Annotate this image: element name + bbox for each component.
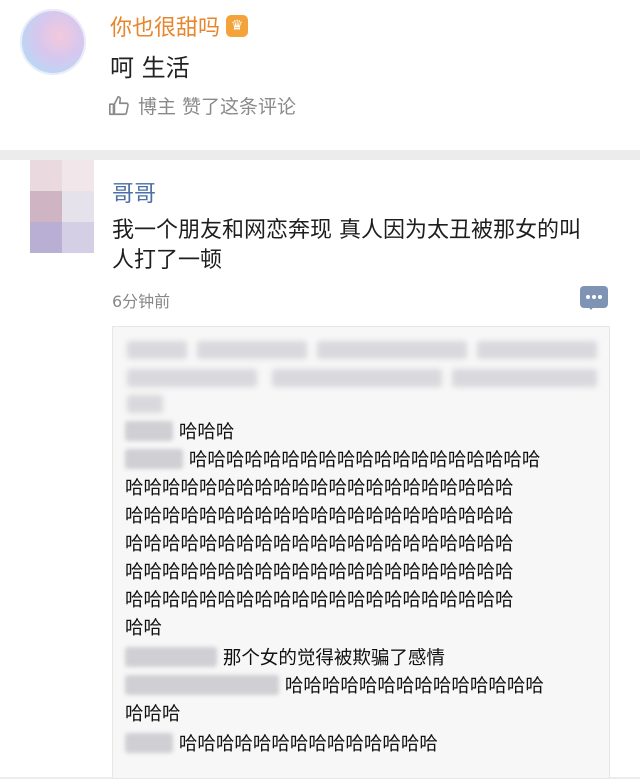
chat-line: 哈哈 [125,618,163,639]
redacted-username [125,449,183,469]
chat-line: 那个女的觉得被欺骗了感情 [125,645,595,673]
chat-line: 哈哈哈哈哈哈哈哈哈哈哈哈哈哈哈哈哈哈哈哈哈 [125,562,514,583]
timestamp: 6分钟前 [112,292,171,311]
thumbs-up-icon [109,95,129,115]
section-divider [0,150,640,160]
redacted-username [125,421,173,441]
username[interactable]: 哥哥 [112,176,156,208]
chat-line: 哈哈哈 [125,704,181,725]
chat-screenshot: 哈哈哈 哈哈哈哈哈哈哈哈哈哈哈哈哈哈哈哈哈哈哈 哈哈哈哈哈哈哈哈哈哈哈哈哈哈哈哈… [112,326,610,779]
liked-meta-text: 博主 赞了这条评论 [138,96,297,118]
comment-icon[interactable] [580,286,608,310]
blurred-text-region [127,335,597,415]
avatar[interactable] [20,9,86,75]
comment-card-2: 哥哥 我一个朋友和网恋奔现 真人因为太丑被那女的叫人打了一顿 6分钟前 哈哈哈 … [0,160,640,779]
avatar[interactable] [30,160,94,254]
chat-line: 哈哈哈哈哈哈哈哈哈哈哈哈哈哈哈哈哈哈哈哈哈 [125,478,514,499]
username[interactable]: 你也很甜吗 [110,10,220,42]
chat-line: 哈哈哈哈哈哈哈哈哈哈哈哈哈哈哈哈哈哈哈 [125,447,595,475]
chat-line: 哈哈哈哈哈哈哈哈哈哈哈哈哈哈哈哈哈哈哈哈哈 [125,534,514,555]
comment-text: 呵 生活 [110,54,190,82]
chat-line: 哈哈哈 [125,419,595,447]
redacted-username [125,733,173,753]
chat-line: 哈哈哈哈哈哈哈哈哈哈哈哈哈哈 [125,731,595,759]
liked-by-author-meta: 博主 赞了这条评论 [108,92,296,119]
comment-card-1: 你也很甜吗 ♛ 呵 生活 博主 赞了这条评论 [0,0,640,150]
comment-text: 我一个朋友和网恋奔现 真人因为太丑被那女的叫人打了一顿 [112,218,581,273]
chat-line: 哈哈哈哈哈哈哈哈哈哈哈哈哈哈哈哈哈哈哈哈哈 [125,506,514,527]
redacted-username [125,675,279,695]
chat-line: 哈哈哈哈哈哈哈哈哈哈哈哈哈哈 [125,673,595,701]
username-row: 你也很甜吗 ♛ [110,10,249,42]
crown-icon: ♛ [226,15,249,37]
redacted-username [125,647,217,667]
chat-line: 哈哈哈哈哈哈哈哈哈哈哈哈哈哈哈哈哈哈哈哈哈 [125,590,514,611]
